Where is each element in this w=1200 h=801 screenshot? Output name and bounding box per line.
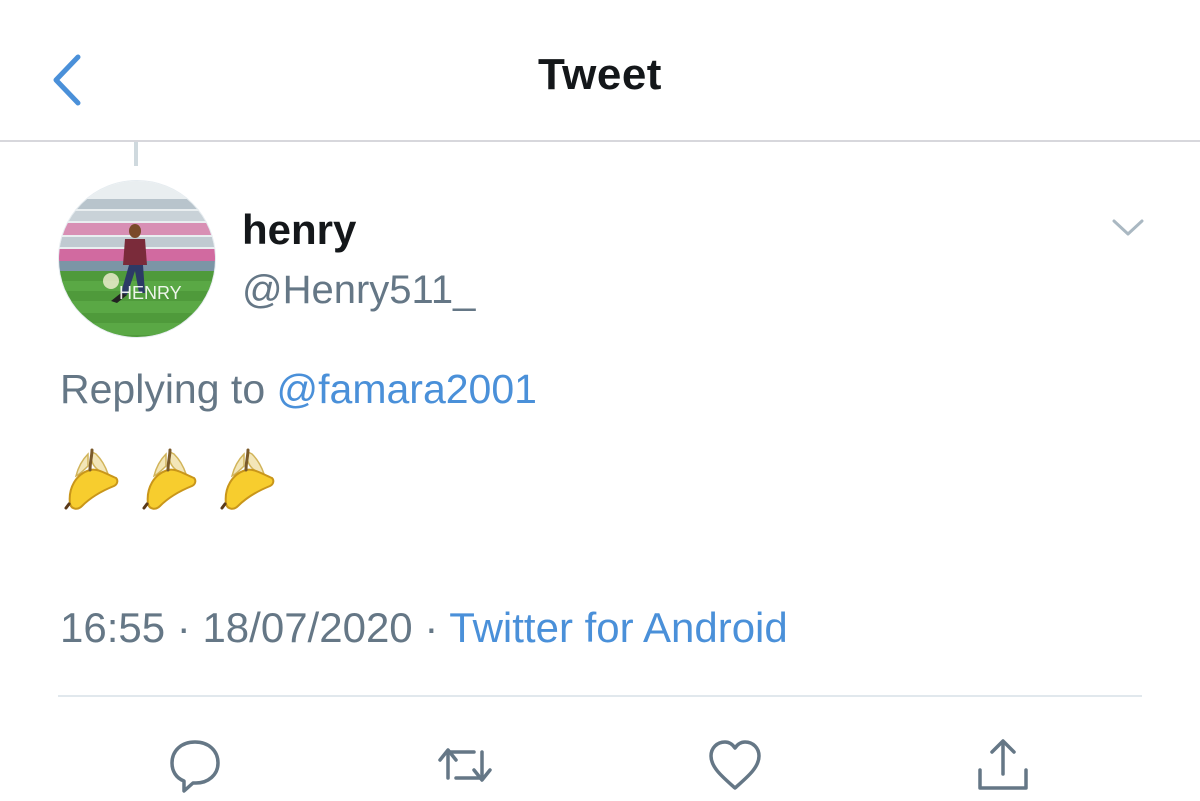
tweet-time: 16:55 [60, 604, 166, 651]
replying-to-label: Replying to [60, 366, 266, 412]
tweet-text [62, 444, 278, 520]
avatar-label: HENRY [119, 283, 182, 303]
like-button[interactable] [704, 734, 766, 796]
tweet-detail-screen: Tweet HENRY henry @Henry511_ Replying to… [0, 0, 1200, 801]
avatar[interactable]: HENRY [58, 180, 216, 338]
nav-bar: Tweet [0, 0, 1200, 142]
page-title: Tweet [538, 50, 662, 99]
display-name[interactable]: henry [242, 206, 356, 254]
share-button[interactable] [972, 734, 1034, 796]
tweet-source-link[interactable]: Twitter for Android [449, 604, 787, 651]
mention-link[interactable]: @famara2001 [277, 366, 537, 412]
more-options-button[interactable] [1110, 212, 1146, 242]
chevron-down-icon [1112, 219, 1144, 236]
banana-icon [220, 448, 275, 510]
reply-button[interactable] [164, 734, 226, 796]
tweet-date: 18/07/2020 [202, 604, 413, 651]
retweet-icon [438, 748, 492, 782]
replying-to: Replying to @famara2001 [60, 366, 537, 413]
meta-separator: · [176, 604, 191, 651]
reply-icon [170, 740, 220, 793]
thread-connector [134, 142, 138, 166]
retweet-button[interactable] [434, 734, 496, 796]
meta-separator: · [424, 604, 439, 651]
tweet-meta: 16:55 · 18/07/2020 · Twitter for Android [60, 604, 788, 652]
like-icon [709, 740, 761, 790]
share-icon [978, 739, 1028, 790]
avatar-image: HENRY [59, 181, 215, 337]
banana-icon [64, 448, 119, 510]
user-handle[interactable]: @Henry511_ [242, 268, 475, 313]
divider [58, 695, 1142, 697]
banana-icon [142, 448, 197, 510]
